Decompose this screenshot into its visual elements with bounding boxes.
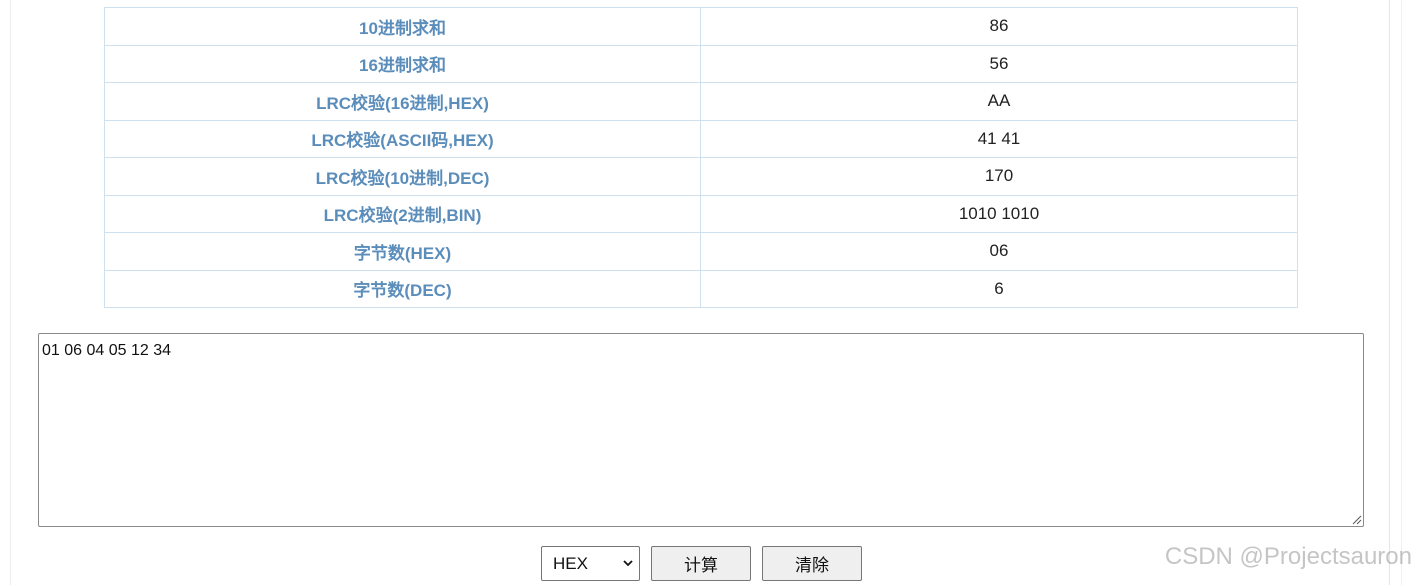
data-input-textarea[interactable]: 01 06 04 05 12 34 — [38, 333, 1364, 527]
table-row: LRC校验(16进制,HEX) AA — [104, 82, 1298, 121]
row-value: 06 — [700, 232, 1298, 271]
row-label: LRC校验(2进制,BIN) — [104, 194, 701, 233]
format-select[interactable]: HEX — [541, 546, 640, 581]
calculate-button[interactable]: 计算 — [651, 546, 751, 581]
row-value: AA — [700, 82, 1298, 121]
scrollbar-track[interactable] — [1401, 0, 1402, 585]
frame-divider-left — [10, 0, 11, 585]
table-row: LRC校验(2进制,BIN) 1010 1010 — [104, 194, 1298, 233]
row-label: LRC校验(10进制,DEC) — [104, 157, 701, 196]
row-label: 16进制求和 — [104, 44, 701, 83]
page: 10进制求和 86 16进制求和 56 LRC校验(16进制,HEX) AA L… — [0, 0, 1417, 585]
row-value: 1010 1010 — [700, 194, 1298, 233]
format-select-value: HEX — [553, 553, 588, 573]
clear-button[interactable]: 清除 — [762, 546, 862, 581]
chevron-down-icon — [623, 560, 633, 567]
row-value: 41 41 — [700, 119, 1298, 158]
table-row: LRC校验(10进制,DEC) 170 — [104, 157, 1298, 196]
table-row: 10进制求和 86 — [104, 7, 1298, 46]
frame-divider-right — [1389, 0, 1390, 585]
row-value: 56 — [700, 44, 1298, 83]
table-row: 字节数(DEC) 6 — [104, 269, 1298, 308]
row-label: 10进制求和 — [104, 7, 701, 46]
row-label: LRC校验(ASCII码,HEX) — [104, 119, 701, 158]
row-label: 字节数(HEX) — [104, 232, 701, 271]
row-label: LRC校验(16进制,HEX) — [104, 82, 701, 121]
controls-bar: HEX 计算 清除 — [541, 546, 862, 581]
row-value: 170 — [700, 157, 1298, 196]
table-row: LRC校验(ASCII码,HEX) 41 41 — [104, 119, 1298, 158]
watermark: CSDN @Projectsauron — [1164, 543, 1412, 570]
table-row: 字节数(HEX) 06 — [104, 232, 1298, 271]
resize-grip-icon[interactable] — [1350, 513, 1362, 525]
row-value: 86 — [700, 7, 1298, 46]
row-label: 字节数(DEC) — [104, 269, 701, 308]
row-value: 6 — [700, 269, 1298, 308]
table-row: 16进制求和 56 — [104, 44, 1298, 83]
results-table: 10进制求和 86 16进制求和 56 LRC校验(16进制,HEX) AA L… — [104, 7, 1298, 308]
